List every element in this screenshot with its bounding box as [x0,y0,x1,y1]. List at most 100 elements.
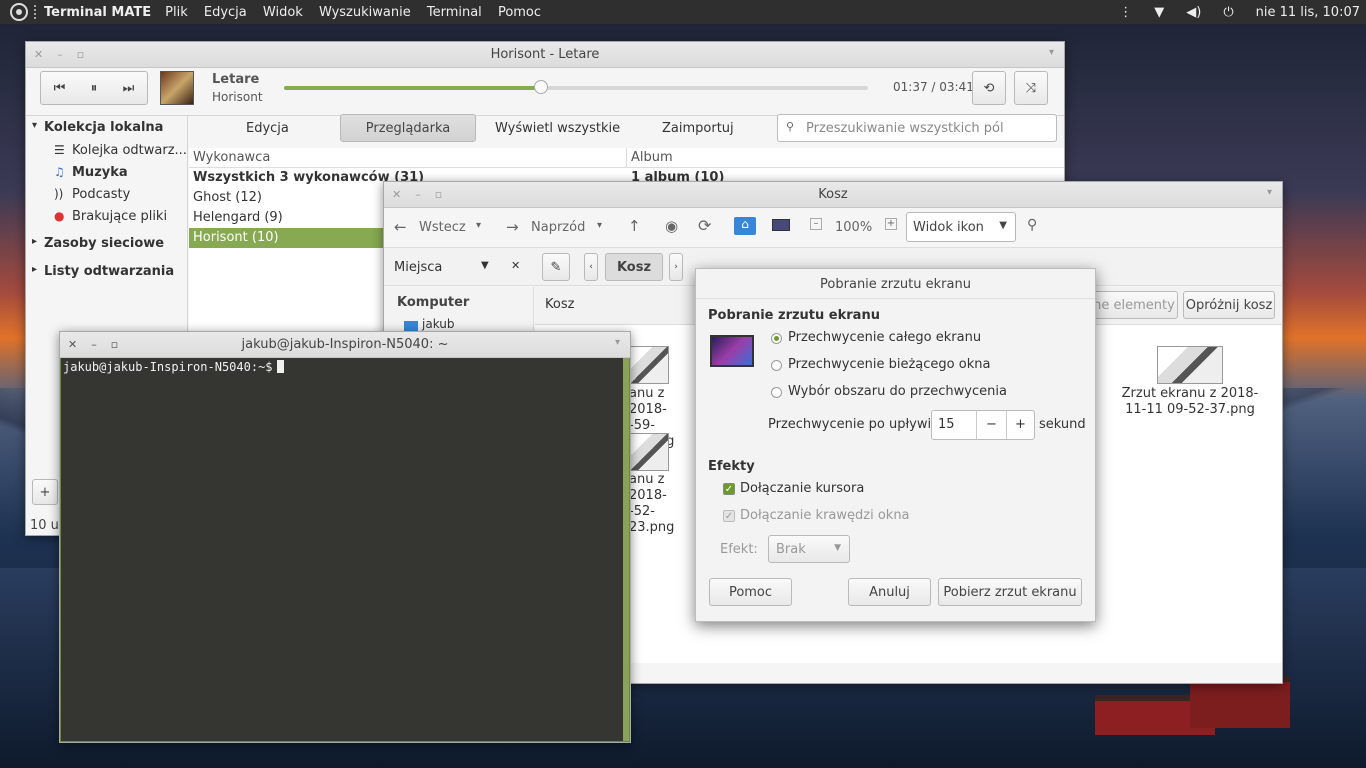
radio-label[interactable]: Wybór obszaru do przechwycenia [788,384,1007,399]
titlebar[interactable]: ✕ – ▫ jakub@jakub-Inspiron-N5040: ~ ▾ [60,332,630,358]
zoom-in-icon[interactable]: + [885,218,897,230]
help-button[interactable]: Pomoc [709,578,792,606]
menu-edycja[interactable]: Edycja [204,5,247,20]
search-input[interactable]: ⚲ Przeszukiwanie wszystkich pól [777,114,1057,142]
seek-handle[interactable] [533,80,548,94]
menu-widok[interactable]: Widok [263,5,303,20]
file-thumbnail[interactable] [629,346,669,384]
checkbox-label[interactable]: Dołączanie kursora [740,481,864,496]
track-title: Letare [212,72,260,87]
forward-button[interactable]: Naprzód [531,220,585,235]
titlebar[interactable]: ✕ – ▫ Kosz ▾ [384,182,1282,208]
sidebar-network[interactable]: Zasoby sieciowe [26,232,187,256]
maximize-icon[interactable]: ▫ [435,188,442,201]
previous-icon[interactable]: ⏮ [54,81,66,96]
sidebar-item-music[interactable]: ♫ Muzyka [26,162,187,184]
power-icon[interactable]: ⏻ [1223,5,1233,20]
minimize-icon[interactable]: – [415,188,421,201]
tab-browser[interactable]: Przeglądarka [340,114,476,142]
breadcrumb-trash[interactable]: Kosz [605,253,663,281]
delay-spinbutton[interactable]: 15 − + [931,410,1035,440]
increment-button[interactable]: + [1006,411,1034,439]
back-arrow-icon[interactable]: ← [394,218,407,236]
file-thumbnail[interactable] [629,433,669,471]
file-name-3[interactable]: Zrzut ekranu z 2018- 11-11 09-52-37.png [1120,386,1260,418]
window-menu-icon[interactable]: ▾ [615,337,620,348]
radio-current-window[interactable] [771,360,782,371]
empty-trash-button[interactable]: Opróżnij kosz [1183,291,1275,319]
window-menu-icon[interactable]: ▾ [1049,47,1054,58]
more-vertical-icon[interactable]: ⋮ [1119,5,1132,20]
search-icon[interactable]: ⚲ [1027,217,1037,233]
pencil-icon: ✎ [550,259,562,275]
tab-import[interactable]: Zaimportuj [662,121,734,136]
view-select[interactable]: Widok ikon ▼ [906,212,1016,242]
menu-wyszukiwanie[interactable]: Wyszukiwanie [319,5,411,20]
wifi-icon[interactable]: ▼ [1154,5,1164,20]
path-left-button[interactable]: ‹ [584,253,598,281]
sidebar-item-queue[interactable]: ☰ Kolejka odtwarz... [26,140,187,162]
scrollbar[interactable] [623,358,629,741]
forward-arrow-icon[interactable]: → [506,218,519,236]
sidebar-item-missing[interactable]: ● Brakujące pliki [26,206,187,228]
chevron-down-icon[interactable]: ▼ [481,260,489,271]
back-button[interactable]: Wstecz [419,220,466,235]
zoom-out-icon[interactable]: – [810,218,822,230]
chevron-down-icon[interactable]: ▾ [476,220,481,231]
seek-bar[interactable] [284,80,868,94]
column-album[interactable]: Album [627,148,677,167]
minimize-icon[interactable]: – [57,48,63,61]
radio-label[interactable]: Przechwycenie bieżącego okna [788,357,990,372]
reload-icon[interactable]: ⟳ [698,216,711,235]
take-screenshot-button[interactable]: Pobierz zrzut ekranu [938,578,1082,606]
computer-icon[interactable] [772,219,790,231]
radio-select-area[interactable] [771,387,782,398]
terminal-body[interactable]: jakub@jakub-Inspiron-N5040:~$ [60,358,630,742]
home-icon[interactable]: ⌂ [734,217,756,235]
delay-label: Przechwycenie po upływie [768,417,940,432]
radio-label[interactable]: Przechwycenie całego ekranu [788,330,981,345]
radio-whole-screen[interactable] [771,333,782,344]
file-thumbnail[interactable] [1157,346,1223,384]
tab-show-all[interactable]: Wyświetl wszystkie [495,121,620,136]
close-sidebar-icon[interactable]: ✕ [511,259,520,272]
edit-location-button[interactable]: ✎ [542,253,570,281]
active-app-name[interactable]: Terminal MATE [44,5,151,20]
menu-pomoc[interactable]: Pomoc [498,5,541,20]
window-menu-icon[interactable]: ▾ [1267,187,1272,198]
cancel-button[interactable]: Anuluj [848,578,931,606]
minimize-icon[interactable]: – [91,338,97,351]
track-artist: Horisont [212,90,263,104]
sidebar-item-podcasts[interactable]: )) Podcasty [26,184,187,206]
column-artist[interactable]: Wykonawca [189,148,627,167]
sidebar-item-home[interactable]: jakub [422,317,455,331]
next-icon[interactable]: ⏭ [123,81,135,96]
tab-edit[interactable]: Edycja [246,121,289,136]
titlebar[interactable]: ✕ – ▫ Horisont - Letare ▾ [26,42,1064,68]
pause-icon[interactable]: ⏸ [91,81,98,96]
stop-icon[interactable]: ◉ [665,217,678,235]
sidebar-playlists[interactable]: Listy odtwarzania [26,260,187,284]
menu-terminal[interactable]: Terminal [427,5,482,20]
checkbox-include-pointer[interactable]: ✓ [723,483,735,495]
places-select[interactable]: Miejsca [394,260,442,275]
ubuntu-logo-icon[interactable] [10,3,28,21]
close-icon[interactable]: ✕ [392,188,401,201]
path-right-button[interactable]: › [669,253,683,281]
shuffle-button[interactable]: ⤨ [1014,71,1048,105]
volume-icon[interactable]: ◀) [1186,5,1201,20]
shuffle-icon: ⤨ [1025,80,1037,96]
sidebar-local-collection[interactable]: Kolekcja lokalna [26,116,187,140]
maximize-icon[interactable]: ▫ [111,338,118,351]
up-arrow-icon[interactable]: ↑ [628,217,641,235]
maximize-icon[interactable]: ▫ [77,48,84,61]
chevron-down-icon[interactable]: ▾ [597,220,602,231]
close-icon[interactable]: ✕ [34,48,43,61]
decrement-button[interactable]: − [976,411,1006,439]
add-button[interactable]: + [32,479,58,505]
restore-button[interactable]: ne elementy [1090,291,1178,319]
menu-plik[interactable]: Plik [165,5,188,20]
close-icon[interactable]: ✕ [68,338,77,351]
clock[interactable]: nie 11 lis, 10:07 [1256,5,1360,20]
repeat-button[interactable]: ⟲ [972,71,1006,105]
